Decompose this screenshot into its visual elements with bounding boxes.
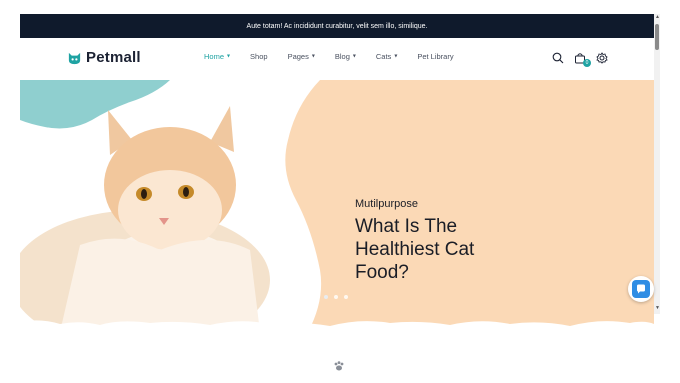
slider-dot-1[interactable] [324, 295, 328, 299]
search-icon [552, 52, 564, 64]
header-actions: 0 [552, 51, 608, 67]
chevron-down-icon: ▾ [311, 53, 315, 60]
hero-slider: Mutilpurpose What Is The Healthiest Cat … [20, 80, 654, 332]
hero-text-block: Mutilpurpose What Is The Healthiest Cat … [355, 198, 525, 284]
main-nav: Home ▾ Shop Pages ▾ Blog ▾ Cats ▾ Pet Li… [204, 52, 474, 61]
nav-label-pet-library: Pet Library [417, 52, 454, 61]
scrollbar-thumb[interactable] [655, 24, 659, 50]
nav-label-pages: Pages [287, 52, 309, 61]
cart-count-badge: 0 [583, 59, 591, 67]
nav-label-shop: Shop [250, 52, 268, 61]
hero-title: What Is The Healthiest Cat Food? [355, 216, 475, 283]
nav-item-home[interactable]: Home ▾ [204, 52, 230, 61]
nav-item-cats[interactable]: Cats ▾ [376, 52, 397, 61]
nav-item-pet-library[interactable]: Pet Library [417, 52, 453, 61]
nav-label-blog: Blog [334, 52, 350, 61]
announcement-text: Aute totam! Ac incididunt curabitur, vel… [246, 22, 428, 30]
scroll-up-arrow-icon[interactable]: ▲ [655, 14, 660, 20]
search-button[interactable] [552, 51, 564, 64]
chevron-down-icon: ▾ [227, 53, 231, 60]
logo-text: Petmall [86, 49, 141, 66]
cart-button[interactable]: 0 [574, 51, 591, 67]
site-logo[interactable]: Petmall [67, 49, 141, 66]
nav-label-cats: Cats [375, 52, 392, 61]
site-header: Petmall Home ▾ Shop Pages ▾ Blog ▾ Cats … [20, 38, 654, 80]
nav-item-blog[interactable]: Blog ▾ [335, 52, 356, 61]
chevron-down-icon: ▾ [394, 53, 398, 60]
nav-label-home: Home [204, 52, 225, 61]
chat-icon [632, 280, 650, 298]
chat-widget-button[interactable] [628, 276, 654, 302]
scroll-down-arrow-icon[interactable]: ▼ [655, 305, 660, 311]
paw-icon [334, 361, 344, 371]
hero-subtitle: Mutilpurpose [355, 198, 418, 210]
nav-item-pages[interactable]: Pages ▾ [288, 52, 315, 61]
page-scrollbar[interactable] [654, 14, 660, 314]
slider-dot-2[interactable] [334, 295, 338, 299]
settings-button[interactable] [596, 51, 608, 64]
announcement-bar: Aute totam! Ac incididunt curabitur, vel… [20, 14, 654, 38]
cat-logo-icon [68, 52, 81, 65]
page-viewport: Aute totam! Ac incididunt curabitur, vel… [20, 14, 654, 383]
slider-pagination [324, 295, 348, 299]
chevron-down-icon: ▾ [352, 53, 356, 60]
slider-dot-3[interactable] [344, 295, 348, 299]
gear-icon [596, 52, 608, 64]
nav-item-shop[interactable]: Shop [250, 52, 268, 61]
chat-bubble-icon [637, 284, 645, 294]
